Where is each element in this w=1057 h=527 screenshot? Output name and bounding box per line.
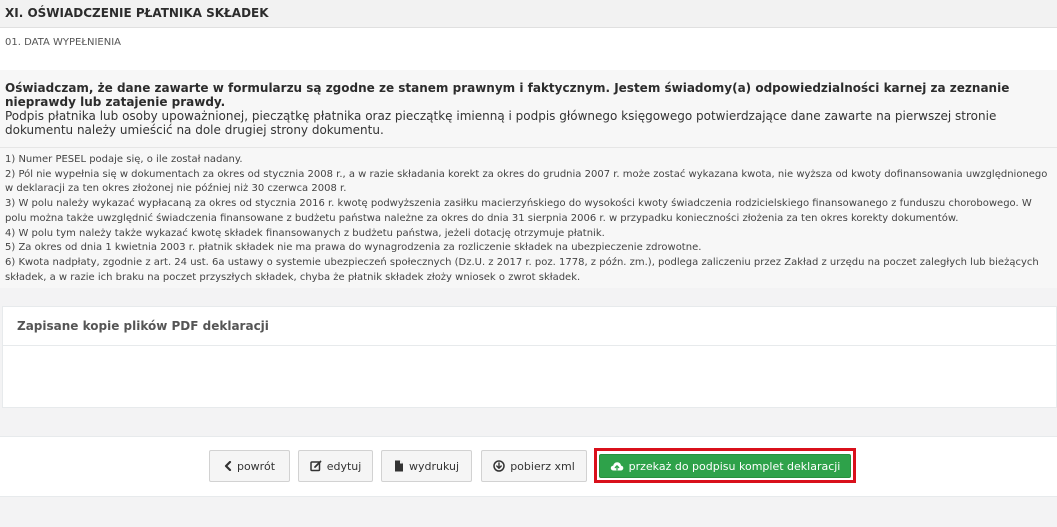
submit-for-signature-button-label: przekaż do podpisu komplet deklaracji — [628, 459, 841, 473]
footnote-item: 4) W polu tym należy także wykazać kwotę… — [5, 227, 605, 239]
print-button-label: wydrukuj — [408, 459, 460, 473]
footnote-item: 5) Za okres od dnia 1 kwietnia 2003 r. p… — [5, 242, 702, 254]
download-xml-button-label: pobierz xml — [510, 459, 575, 473]
edit-button[interactable]: edytuj — [298, 450, 373, 482]
footnote-item: 2) Pól nie wypełnia się w dokumentach za… — [5, 168, 1048, 195]
back-button[interactable]: powrót — [209, 450, 290, 482]
footnote-item: 1) Numer PESEL podaje się, o ile został … — [5, 154, 243, 165]
submit-for-signature-button[interactable]: przekaż do podpisu komplet deklaracji — [599, 454, 851, 478]
footnote-item: 6) Kwota nadpłaty, zgodnie z art. 24 ust… — [5, 256, 1039, 283]
section-title: XI. OŚWIADCZENIE PŁATNIKA SKŁADEK — [5, 6, 269, 20]
declaration-signature-note: Podpis płatnika lub osoby upoważnionej, … — [5, 109, 997, 137]
edit-icon — [309, 460, 322, 472]
pdf-copies-panel-title: Zapisane kopie plików PDF deklaracji — [17, 319, 269, 333]
print-button[interactable]: wydrukuj — [381, 450, 472, 482]
footnote-item: 3) W polu należy wykazać wypłacaną za ok… — [5, 198, 1032, 224]
footnotes-list: 1) Numer PESEL podaje się, o ile został … — [5, 153, 1055, 285]
declaration-statement: Oświadczam, że dane zawarte w formularzu… — [5, 81, 1010, 109]
chevron-left-icon — [224, 461, 232, 471]
cloud-upload-icon — [610, 461, 623, 470]
download-xml-button[interactable]: pobierz xml — [481, 450, 587, 482]
back-button-label: powrót — [236, 459, 276, 473]
date-field-block — [0, 28, 1057, 70]
download-circle-icon — [493, 460, 505, 472]
file-icon — [394, 460, 403, 472]
date-field-label: 01. DATA WYPEŁNIENIA — [5, 37, 122, 48]
edit-button-label: edytuj — [326, 459, 362, 473]
